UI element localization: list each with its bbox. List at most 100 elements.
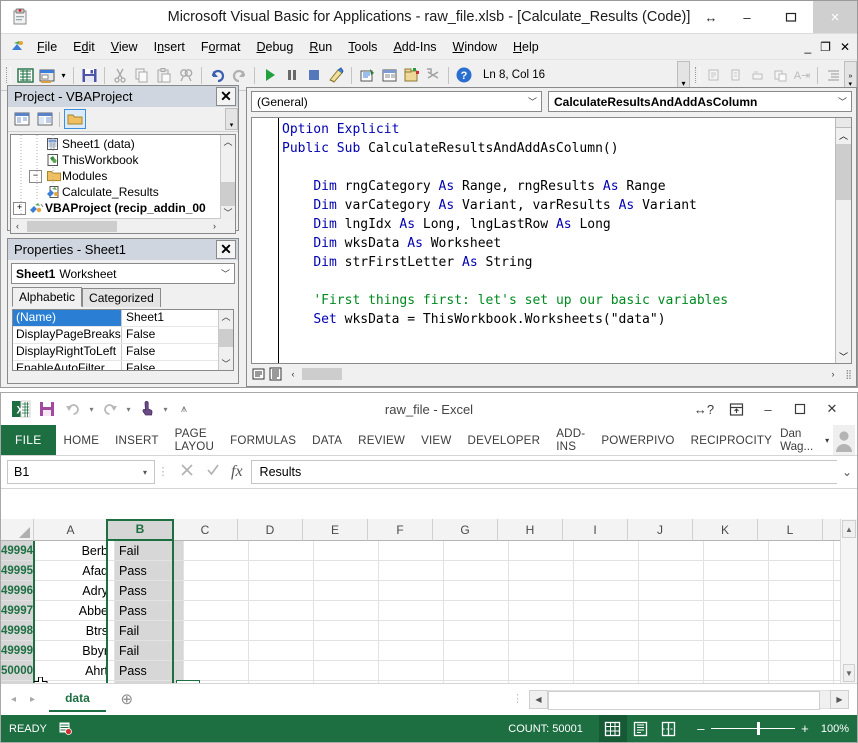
cell-i[interactable] xyxy=(574,541,639,561)
excel-restore-button[interactable] xyxy=(785,396,815,422)
ribbon-display-options-button[interactable] xyxy=(721,396,751,422)
cell-k[interactable] xyxy=(704,621,769,641)
cell-e[interactable] xyxy=(314,581,379,601)
table-row[interactable]: 49994 Berb Fail xyxy=(1,541,857,561)
scroll-right-icon[interactable]: › xyxy=(208,221,221,231)
cell-i[interactable] xyxy=(574,581,639,601)
property-value[interactable]: False xyxy=(122,361,155,370)
scroll-thumb[interactable] xyxy=(836,144,851,200)
zoom-out-button[interactable]: – xyxy=(693,721,709,736)
procedure-view-icon[interactable] xyxy=(251,366,267,382)
grid-vscrollbar[interactable]: ▲ ▼ xyxy=(840,519,857,684)
tab-alphabetic[interactable]: Alphabetic xyxy=(12,287,83,307)
undo-icon[interactable] xyxy=(206,64,228,86)
view-code-icon[interactable] xyxy=(12,110,32,128)
mdi-restore-button[interactable]: ❐ xyxy=(820,40,831,54)
chevron-down-icon[interactable]: ﹀ xyxy=(834,95,851,108)
menu-edit[interactable]: Edit xyxy=(65,38,103,56)
table-row[interactable]: 49997 Abbe Pass xyxy=(1,601,857,621)
cell-j[interactable] xyxy=(639,581,704,601)
tab-reciprocity[interactable]: RECIPROCITY xyxy=(683,425,780,455)
grid-hscrollbar[interactable]: ◀ ▶ xyxy=(529,689,849,710)
object-combo[interactable]: (General) ﹀ xyxy=(251,91,542,112)
project-tree-hscrollbar[interactable]: ‹ › xyxy=(11,218,221,233)
user-caret-icon[interactable]: ▾ xyxy=(825,436,829,445)
full-module-view-icon[interactable] xyxy=(267,366,283,382)
cell-k[interactable] xyxy=(704,581,769,601)
menu-view[interactable]: View xyxy=(103,38,146,56)
scroll-down-icon[interactable]: ﹀ xyxy=(219,357,233,370)
cell-a[interactable]: Btrs xyxy=(35,621,115,641)
cell-k[interactable] xyxy=(704,641,769,661)
insert-dropdown-caret-icon[interactable]: ▾ xyxy=(58,64,69,86)
code-margin-indicator-bar[interactable] xyxy=(252,118,279,363)
name-box[interactable]: B1 ▾ xyxy=(7,460,155,484)
property-row[interactable]: (Name) Sheet1 xyxy=(13,310,219,327)
cell-l[interactable] xyxy=(769,581,834,601)
cell-d[interactable] xyxy=(249,561,314,581)
toolbar-overflow-button-2[interactable]: » ▾ xyxy=(844,61,857,89)
cell-l[interactable] xyxy=(769,601,834,621)
column-header-d[interactable]: D xyxy=(238,519,303,541)
hscroll-track[interactable] xyxy=(548,689,830,710)
code-hscrollbar[interactable]: ‹ › xyxy=(286,366,840,382)
mdi-minimize-button[interactable]: _ xyxy=(804,40,811,54)
spreadsheet-grid[interactable]: A B C D E F G H I J K L 49994 Berb Fail xyxy=(1,519,857,684)
cell-j[interactable] xyxy=(639,641,704,661)
cell-a[interactable]: Berb xyxy=(35,541,115,561)
code-text[interactable]: Option Explicit Public Sub CalculateResu… xyxy=(282,120,833,329)
property-row[interactable]: DisplayRightToLeft False xyxy=(13,344,219,361)
cell-d[interactable] xyxy=(249,581,314,601)
cell-g[interactable] xyxy=(444,541,509,561)
cell-d[interactable] xyxy=(249,541,314,561)
object-browser-icon[interactable] xyxy=(400,64,422,86)
scroll-right-icon[interactable]: ▶ xyxy=(830,689,849,709)
scroll-right-icon[interactable]: › xyxy=(826,369,840,379)
cell-c[interactable] xyxy=(184,661,249,681)
cell-l[interactable] xyxy=(769,661,834,681)
cell-a[interactable]: Adry xyxy=(35,581,115,601)
menu-debug[interactable]: Debug xyxy=(248,38,301,56)
chevron-down-icon[interactable]: ▾ xyxy=(136,468,154,477)
cell-b[interactable]: Pass xyxy=(115,561,184,581)
cell-g[interactable] xyxy=(444,621,509,641)
cell-k[interactable] xyxy=(704,561,769,581)
scroll-down-icon[interactable]: ﹀ xyxy=(221,206,235,219)
property-value[interactable]: False xyxy=(122,344,155,360)
row-header[interactable]: 49999 xyxy=(1,641,35,661)
zoom-control[interactable]: – + xyxy=(693,721,813,736)
zoom-slider-thumb[interactable] xyxy=(756,722,760,735)
help-button[interactable]: ↔? xyxy=(689,396,719,422)
view-object-icon[interactable] xyxy=(35,110,55,128)
scroll-thumb-h[interactable] xyxy=(302,368,342,380)
reset-icon[interactable] xyxy=(303,64,325,86)
zoom-slider-track[interactable] xyxy=(710,722,795,735)
toolbar-overflow-button[interactable]: ▾ xyxy=(677,61,690,89)
toggle-folders-icon[interactable] xyxy=(64,109,86,129)
cell-d[interactable] xyxy=(249,661,314,681)
cell-f[interactable] xyxy=(379,561,444,581)
menu-tools[interactable]: Tools xyxy=(340,38,385,56)
tab-insert[interactable]: INSERT xyxy=(107,425,167,455)
table-row[interactable]: 49999 Bbyr Fail xyxy=(1,641,857,661)
row-header[interactable]: 49995 xyxy=(1,561,35,581)
cell-h[interactable] xyxy=(509,541,574,561)
touch-mode-caret-icon[interactable]: ▾ xyxy=(161,405,170,414)
column-header-i[interactable]: I xyxy=(563,519,628,541)
properties-close-icon[interactable]: ✕ xyxy=(216,240,236,259)
toolbar-grip-2[interactable] xyxy=(695,67,700,83)
property-row[interactable]: DisplayPageBreaks False xyxy=(13,327,219,344)
cell-b[interactable]: Pass xyxy=(115,581,184,601)
scroll-left-icon[interactable]: ◀ xyxy=(529,689,548,709)
project-toolbar-overflow[interactable]: ▾ xyxy=(225,108,238,130)
tab-categorized[interactable]: Categorized xyxy=(82,288,161,307)
cell-i[interactable] xyxy=(574,561,639,581)
touch-mode-icon[interactable] xyxy=(135,397,159,421)
cell-c[interactable] xyxy=(184,641,249,661)
cell-l[interactable] xyxy=(769,541,834,561)
properties-grid[interactable]: (Name) Sheet1 DisplayPageBreaks False Di… xyxy=(12,309,234,371)
toolbar-grip[interactable] xyxy=(6,67,11,83)
scroll-thumb-h[interactable] xyxy=(27,220,117,232)
property-value[interactable]: Sheet1 xyxy=(122,310,164,326)
cell-k[interactable] xyxy=(704,601,769,621)
